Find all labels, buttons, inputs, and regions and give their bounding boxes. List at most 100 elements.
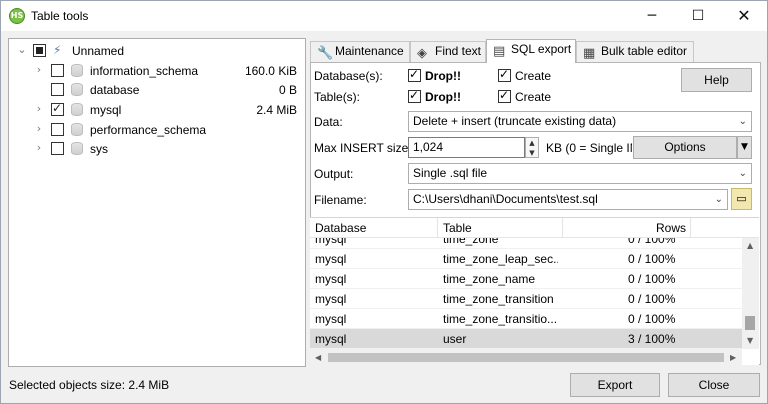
scroll-down-icon[interactable]: ▼ — [747, 336, 753, 345]
tab-maintenance[interactable]: 🔧 Maintenance — [310, 41, 410, 62]
scroll-right-icon[interactable]: ▶ — [730, 353, 736, 362]
scroll-thumb[interactable] — [328, 353, 724, 362]
browse-folder-icon[interactable]: ▭ — [731, 188, 752, 210]
max-insert-spinner[interactable]: ▲ ▼ — [525, 137, 539, 158]
close-window-button[interactable]: ✕ — [721, 1, 767, 31]
maximize-button[interactable]: ☐ — [675, 1, 721, 31]
cell-rows: 0 / 100% — [628, 252, 676, 266]
tree-item-checkbox[interactable] — [51, 123, 64, 136]
cell-table: time_zone_transition — [443, 292, 554, 306]
options-dropdown-button[interactable]: ▼ — [737, 136, 752, 159]
filename-label: Filename: — [314, 193, 367, 207]
tree-root-checkbox[interactable] — [33, 44, 46, 57]
chevron-down-icon: ⌄ — [738, 116, 747, 127]
object-tree[interactable]: ⌄ ⚡ Unnamed › information_schema 160.0 K… — [8, 38, 306, 367]
tree-item-checkbox[interactable] — [51, 64, 64, 77]
databases-create-checkbox[interactable] — [498, 67, 511, 82]
window-title: Table tools — [31, 9, 89, 23]
tab-find-text[interactable]: ◈ Find text — [410, 41, 486, 62]
tab-bulk-table-editor[interactable]: ▦ Bulk table editor — [576, 41, 694, 62]
table-row[interactable]: mysql time_zone_transitio... 0 / 100% — [310, 309, 742, 329]
spin-down-icon[interactable]: ▼ — [526, 148, 538, 158]
column-separator — [437, 218, 438, 238]
wrench-icon: 🔧 — [317, 46, 334, 61]
tree-item-checkbox[interactable] — [51, 101, 64, 116]
tables-drop-label: Drop!! — [425, 90, 461, 104]
export-button[interactable]: Export — [570, 373, 660, 397]
data-select[interactable]: Delete + insert (truncate existing data)… — [408, 111, 752, 132]
tree-item[interactable]: database 0 B — [9, 80, 305, 99]
expand-icon[interactable]: › — [34, 141, 44, 155]
tab-label: Find text — [435, 44, 482, 58]
title-bar[interactable]: HS Table tools ─ ☐ ✕ — [1, 1, 767, 31]
max-insert-input[interactable]: 1,024 — [408, 137, 525, 158]
tab-label: Bulk table editor — [601, 44, 688, 58]
scroll-thumb[interactable] — [745, 316, 755, 330]
tables-create-checkbox[interactable] — [498, 88, 511, 103]
minimize-button[interactable]: ─ — [629, 1, 675, 31]
tree-item[interactable]: › sys — [9, 139, 305, 158]
kb-label: KB (0 = Single IN — [546, 141, 632, 155]
column-header-rows[interactable]: Rows — [656, 221, 686, 235]
tab-bar: 🔧 Maintenance ◈ Find text ▤ SQL export ▦… — [310, 39, 760, 63]
output-select[interactable]: Single .sql file ⌄ — [408, 163, 752, 184]
expand-icon[interactable]: › — [34, 102, 44, 116]
table-icon: ▦ — [583, 46, 596, 61]
tables-label: Table(s): — [314, 90, 361, 104]
vertical-scrollbar[interactable]: ▲ ▼ — [742, 238, 759, 349]
horizontal-scrollbar[interactable]: ◀ ▶ — [310, 349, 742, 366]
help-button[interactable]: Help — [681, 68, 752, 92]
grid-header: Database Table Rows — [310, 218, 759, 238]
tree-item[interactable]: › information_schema 160.0 KiB — [9, 61, 305, 80]
expand-icon[interactable]: › — [34, 122, 44, 136]
database-icon — [71, 142, 83, 155]
column-separator — [690, 218, 691, 238]
column-header-table[interactable]: Table — [443, 221, 472, 235]
cell-database: mysql — [315, 252, 347, 266]
cell-table: user — [443, 332, 467, 346]
table-row[interactable]: mysql time_zone_name 0 / 100% — [310, 269, 742, 289]
databases-drop-checkbox[interactable] — [408, 67, 421, 82]
tree-root[interactable]: ⌄ ⚡ Unnamed — [9, 41, 305, 60]
tree-item[interactable]: › mysql 2.4 MiB — [9, 100, 305, 119]
app-logo-icon: HS — [9, 8, 25, 24]
tables-drop-checkbox[interactable] — [408, 88, 421, 103]
tree-item-size: 2.4 MiB — [256, 103, 297, 117]
close-button[interactable]: Close — [668, 373, 760, 397]
tree-item-checkbox[interactable] — [51, 83, 64, 96]
spin-up-icon[interactable]: ▲ — [526, 138, 538, 148]
table-row[interactable]: mysql time_zone_transition 0 / 100% — [310, 289, 742, 309]
database-icon — [71, 83, 83, 96]
cell-database: mysql — [315, 272, 347, 286]
scroll-left-icon[interactable]: ◀ — [315, 353, 321, 362]
expand-icon[interactable]: › — [34, 63, 44, 77]
tree-item-label: mysql — [90, 103, 122, 117]
options-button[interactable]: Options — [633, 136, 737, 159]
export-icon: ▤ — [493, 44, 506, 59]
scroll-up-icon[interactable]: ▲ — [747, 241, 753, 250]
tab-label: Maintenance — [335, 44, 404, 58]
server-icon: ⚡ — [53, 43, 62, 57]
table-row[interactable]: mysql time_zone 0 / 100% — [310, 238, 742, 249]
filename-value: C:\Users\dhani\Documents\test.sql — [413, 192, 598, 206]
tree-item-size: 0 B — [278, 83, 297, 97]
tree-item-checkbox[interactable] — [51, 142, 64, 155]
export-results-grid[interactable]: Database Table Rows mysql time_zone 0 / … — [310, 217, 759, 366]
table-tools-window: HS Table tools ─ ☐ ✕ ⌄ ⚡ Unnamed › infor… — [0, 0, 768, 404]
chevron-down-icon: ⌄ — [714, 194, 723, 205]
binoculars-icon: ◈ — [417, 46, 427, 61]
cell-rows: 0 / 100% — [628, 238, 676, 246]
table-row[interactable]: mysql user 3 / 100% — [310, 329, 742, 349]
column-separator — [562, 218, 563, 238]
status-text: Selected objects size: 2.4 MiB — [9, 378, 170, 392]
tree-item-label: database — [90, 83, 140, 97]
database-icon — [71, 64, 83, 77]
cell-database: mysql — [315, 292, 347, 306]
tree-item[interactable]: › performance_schema — [9, 120, 305, 139]
column-header-database[interactable]: Database — [315, 221, 366, 235]
table-row[interactable]: mysql time_zone_leap_sec... 0 / 100% — [310, 249, 742, 269]
collapse-icon[interactable]: ⌄ — [17, 43, 27, 57]
filename-input[interactable]: C:\Users\dhani\Documents\test.sql ⌄ — [408, 189, 728, 210]
databases-drop-label: Drop!! — [425, 69, 461, 83]
tab-sql-export[interactable]: ▤ SQL export — [486, 39, 576, 63]
